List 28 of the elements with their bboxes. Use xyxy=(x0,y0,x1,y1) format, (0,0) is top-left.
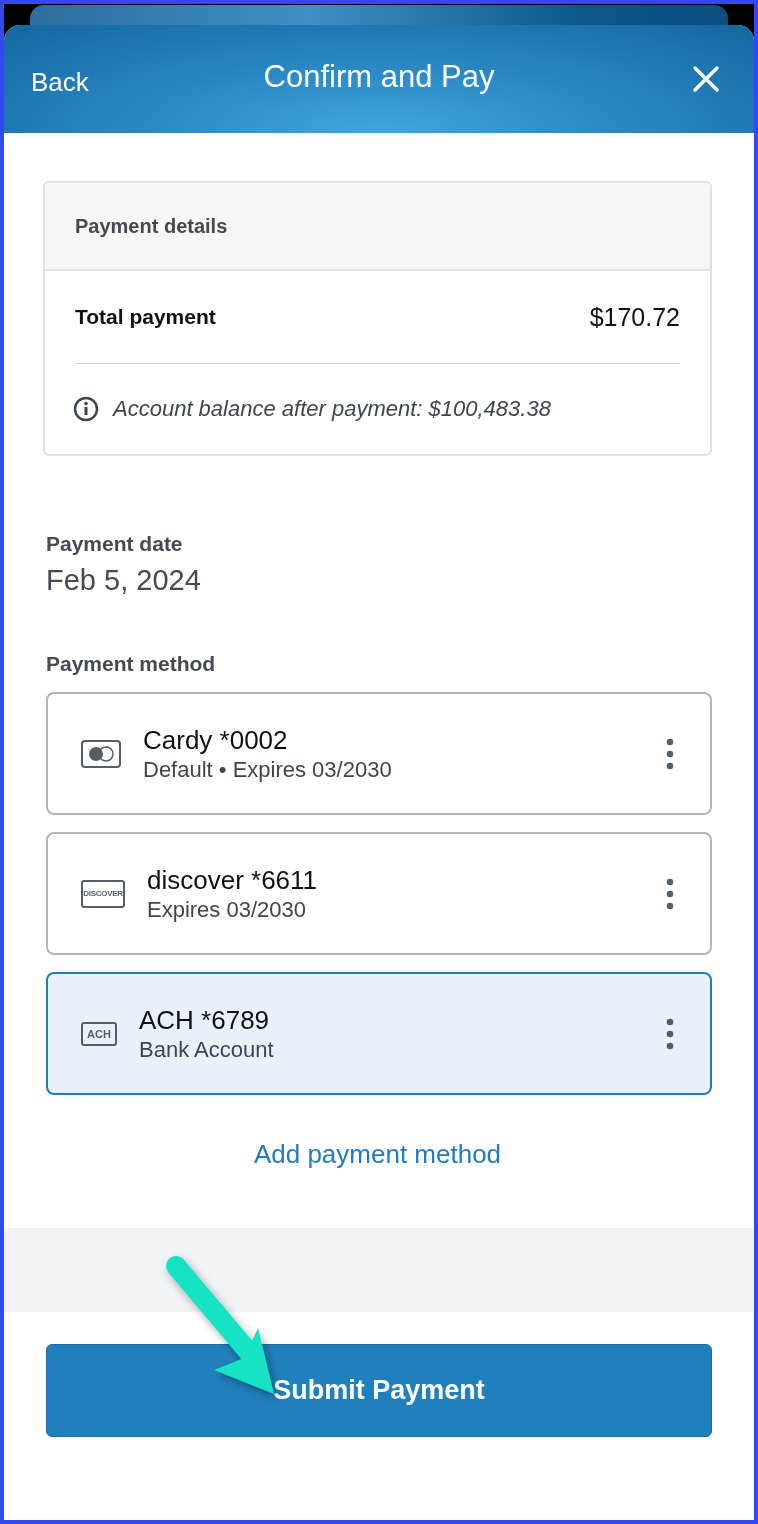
method-detail: Expires 03/2030 xyxy=(147,895,306,924)
add-payment-method-link[interactable]: Add payment method xyxy=(253,1139,502,1170)
submit-payment-button[interactable]: Submit Payment xyxy=(46,1344,712,1437)
more-options-icon[interactable] xyxy=(666,877,674,910)
discover-logo-icon: DISCOVER xyxy=(81,879,125,908)
card-icon xyxy=(81,739,121,768)
back-button[interactable]: Back xyxy=(31,66,89,98)
ach-icon: ACH xyxy=(81,1021,117,1046)
more-options-icon[interactable] xyxy=(666,1017,674,1050)
method-detail: Bank Account xyxy=(139,1035,274,1064)
payment-method-option[interactable]: DISCOVER discover *6611 Expires 03/2030 xyxy=(46,832,712,955)
payment-date-value: Feb 5, 2024 xyxy=(46,564,202,597)
method-detail: Default • Expires 03/2030 xyxy=(143,755,392,784)
field-label: Payment method xyxy=(46,652,217,676)
screen-title: Confirm and Pay xyxy=(263,59,495,94)
total-amount: $170.72 xyxy=(589,302,680,332)
card-title: Payment details xyxy=(75,214,228,238)
close-icon[interactable] xyxy=(692,65,720,93)
method-name: Cardy *0002 xyxy=(143,723,288,756)
field-label: Payment date xyxy=(46,532,184,556)
info-icon xyxy=(73,396,99,422)
method-name: ACH *6789 xyxy=(139,1003,270,1036)
balance-note: Account balance after payment: $100,483.38 xyxy=(113,396,551,422)
payment-method-option[interactable]: ACH ACH *6789 Bank Account xyxy=(46,972,712,1095)
payment-method-option[interactable]: Cardy *0002 Default • Expires 03/2030 xyxy=(46,692,712,815)
method-name: discover *6611 xyxy=(147,863,318,896)
more-options-icon[interactable] xyxy=(666,737,674,770)
total-label: Total payment xyxy=(75,305,216,329)
